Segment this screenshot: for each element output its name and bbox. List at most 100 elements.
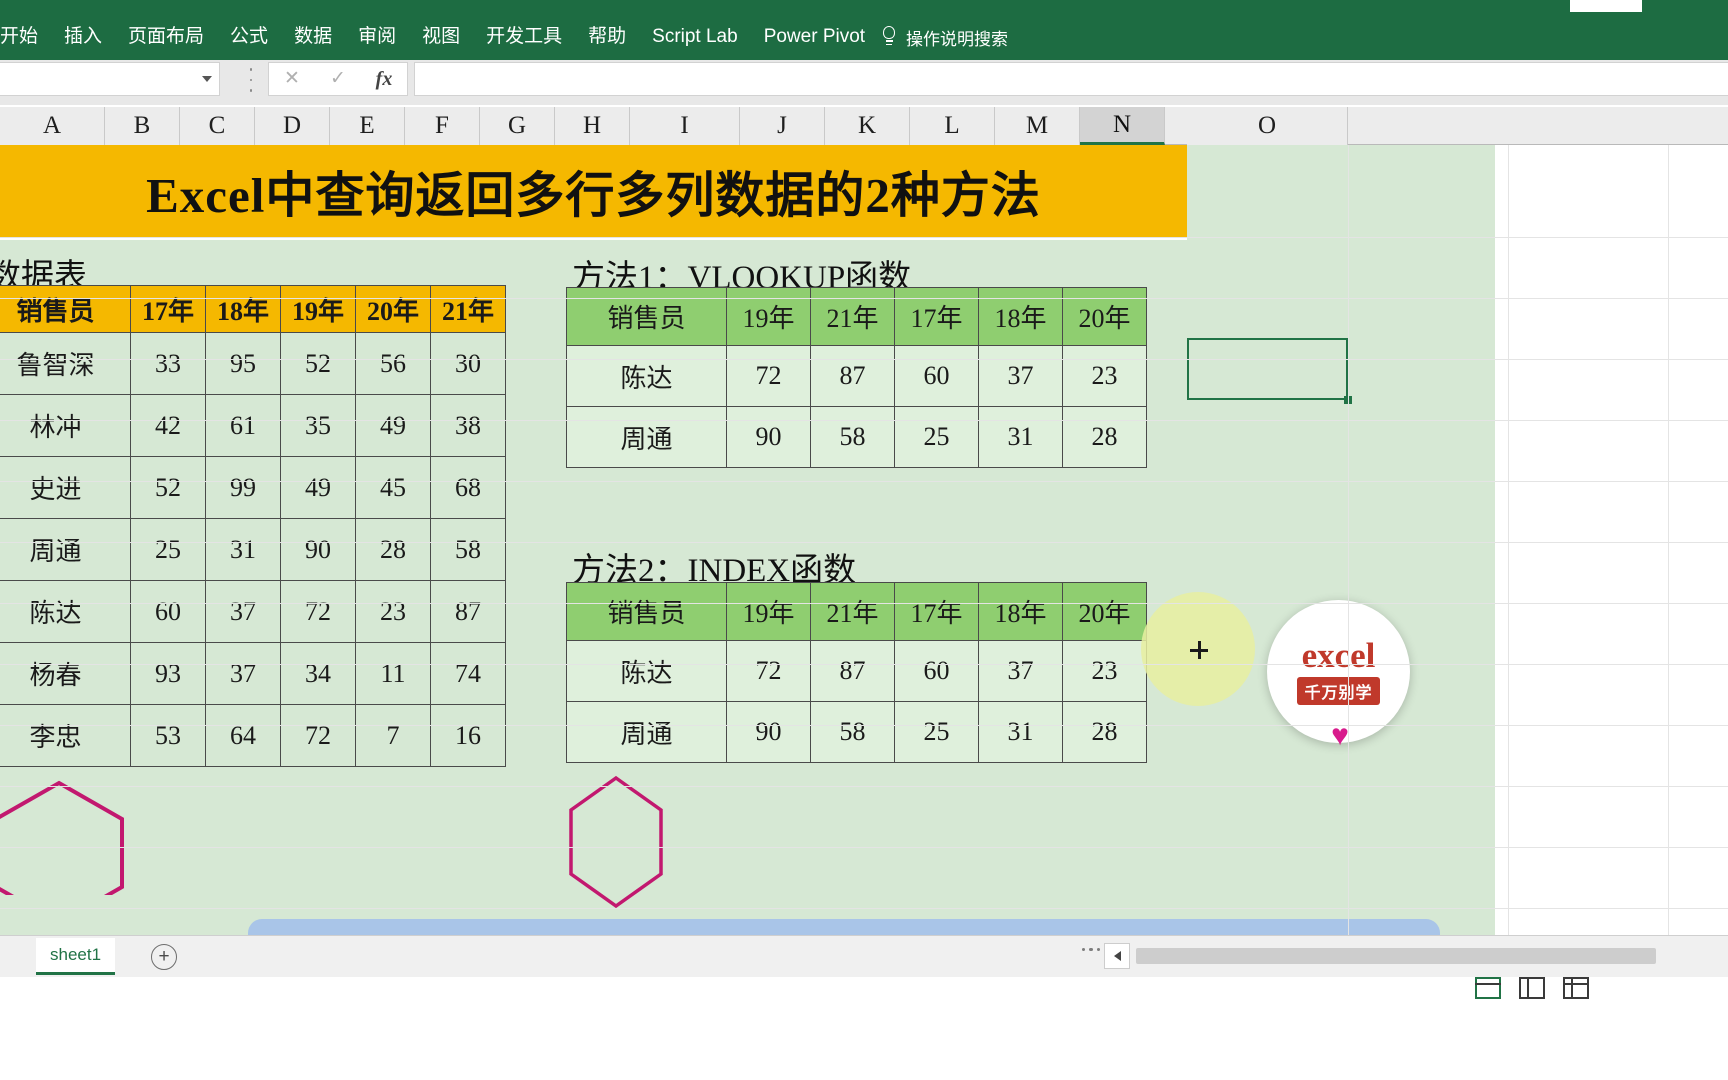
table-cell[interactable]: 90 bbox=[726, 701, 811, 763]
table-cell[interactable]: 林冲 bbox=[0, 394, 131, 457]
column-header-B[interactable]: B bbox=[105, 107, 180, 145]
table-cell[interactable]: 35 bbox=[280, 394, 356, 457]
table-cell[interactable]: 49 bbox=[355, 394, 431, 457]
worksheet-grid[interactable]: Excel中查询返回多行多列数据的2种方法 数据表 方法1：VLOOKUP函数 … bbox=[0, 145, 1728, 935]
table-cell[interactable]: 87 bbox=[810, 345, 895, 407]
scroll-grip-dots[interactable] bbox=[1082, 948, 1100, 953]
ribbon-tab-home[interactable]: 开始 bbox=[0, 14, 51, 60]
table-cell[interactable]: 72 bbox=[726, 345, 811, 407]
column-header-I[interactable]: I bbox=[630, 107, 740, 145]
method2-result-table[interactable]: 销售员 19年 21年 17年 18年 20年 陈达 72 87 60 37 23 周通 90 58 25 31… bbox=[566, 582, 1147, 763]
normal-view-icon[interactable] bbox=[1475, 977, 1501, 999]
table-cell[interactable]: 34 bbox=[280, 642, 356, 705]
chevron-down-icon[interactable] bbox=[195, 63, 219, 95]
table-cell[interactable]: 37 bbox=[978, 345, 1063, 407]
column-header-A[interactable]: A bbox=[0, 107, 105, 145]
table-header-cell[interactable]: 18年 bbox=[978, 582, 1063, 641]
table-cell[interactable]: 72 bbox=[280, 580, 356, 643]
table-cell[interactable]: 87 bbox=[810, 640, 895, 702]
table-header-cell[interactable]: 21年 bbox=[810, 287, 895, 346]
ribbon-tab-power-pivot[interactable]: Power Pivot bbox=[751, 14, 878, 60]
table-cell[interactable]: 56 bbox=[355, 332, 431, 395]
table-cell[interactable]: 64 bbox=[205, 704, 281, 767]
table-cell[interactable]: 37 bbox=[205, 580, 281, 643]
column-header-M[interactable]: M bbox=[995, 107, 1080, 145]
table-cell[interactable]: 11 bbox=[355, 642, 431, 705]
scroll-left-icon[interactable] bbox=[1104, 943, 1130, 969]
table-cell[interactable]: 68 bbox=[430, 456, 506, 519]
table-cell[interactable]: 23 bbox=[1062, 345, 1147, 407]
ribbon-tab-script-lab[interactable]: Script Lab bbox=[639, 14, 751, 60]
table-cell[interactable]: 53 bbox=[130, 704, 206, 767]
column-header-N[interactable]: N bbox=[1080, 107, 1165, 145]
table-header-cell[interactable]: 销售员 bbox=[0, 285, 131, 333]
active-cell-selection[interactable] bbox=[1187, 338, 1348, 400]
table-cell[interactable]: 58 bbox=[430, 518, 506, 581]
column-header-L[interactable]: L bbox=[910, 107, 995, 145]
table-cell[interactable]: 74 bbox=[430, 642, 506, 705]
tell-me-search[interactable]: 操作说明搜索 bbox=[880, 14, 1008, 60]
ribbon-tab-data[interactable]: 数据 bbox=[281, 14, 345, 60]
table-cell[interactable]: 周通 bbox=[566, 406, 727, 468]
formula-bar-grip[interactable] bbox=[246, 68, 256, 92]
table-cell[interactable]: 陈达 bbox=[0, 580, 131, 643]
column-header-E[interactable]: E bbox=[330, 107, 405, 145]
table-cell[interactable]: 58 bbox=[810, 701, 895, 763]
column-header-O[interactable]: O bbox=[1187, 107, 1348, 145]
insert-function-icon[interactable]: fx bbox=[362, 63, 406, 95]
table-cell[interactable]: 72 bbox=[280, 704, 356, 767]
scroll-track[interactable] bbox=[1136, 948, 1722, 964]
ribbon-tab-help[interactable]: 帮助 bbox=[575, 14, 639, 60]
table-cell[interactable]: 31 bbox=[978, 701, 1063, 763]
scroll-thumb[interactable] bbox=[1136, 948, 1656, 964]
page-break-view-icon[interactable] bbox=[1563, 977, 1589, 999]
table-cell[interactable]: 33 bbox=[130, 332, 206, 395]
method1-result-table[interactable]: 销售员 19年 21年 17年 18年 20年 陈达 72 87 60 37 23 周通 90 58 25 31… bbox=[566, 287, 1147, 468]
column-header-F[interactable]: F bbox=[405, 107, 480, 145]
enter-formula-icon[interactable]: ✓ bbox=[316, 63, 360, 95]
ribbon-tab-insert[interactable]: 插入 bbox=[51, 14, 115, 60]
table-cell[interactable]: 90 bbox=[726, 406, 811, 468]
table-header-cell[interactable]: 17年 bbox=[130, 285, 206, 333]
table-cell[interactable]: 58 bbox=[810, 406, 895, 468]
table-cell[interactable]: 周通 bbox=[0, 518, 131, 581]
table-cell[interactable]: 31 bbox=[978, 406, 1063, 468]
table-cell[interactable]: 90 bbox=[280, 518, 356, 581]
table-cell[interactable]: 周通 bbox=[566, 701, 727, 763]
table-header-cell[interactable]: 18年 bbox=[205, 285, 281, 333]
table-header-cell[interactable]: 21年 bbox=[430, 285, 506, 333]
column-header-K[interactable]: K bbox=[825, 107, 910, 145]
ribbon-tab-review[interactable]: 审阅 bbox=[345, 14, 409, 60]
table-header-cell[interactable]: 20年 bbox=[355, 285, 431, 333]
cancel-formula-icon[interactable]: ✕ bbox=[270, 63, 314, 95]
table-header-cell[interactable]: 21年 bbox=[810, 582, 895, 641]
table-cell[interactable]: 87 bbox=[430, 580, 506, 643]
page-layout-view-icon[interactable] bbox=[1519, 977, 1545, 999]
table-cell[interactable]: 49 bbox=[280, 456, 356, 519]
horizontal-scrollbar[interactable] bbox=[1100, 940, 1728, 972]
table-header-cell[interactable]: 20年 bbox=[1062, 582, 1147, 641]
table-cell[interactable]: 陈达 bbox=[566, 640, 727, 702]
table-cell[interactable]: 42 bbox=[130, 394, 206, 457]
table-cell[interactable]: 52 bbox=[130, 456, 206, 519]
sheet-tab-sheet1[interactable]: sheet1 bbox=[36, 938, 116, 975]
source-data-table[interactable]: 销售员 17年 18年 19年 20年 21年 鲁智深 33 95 52 56 30 林冲 42 61 35 4… bbox=[0, 285, 506, 767]
table-cell[interactable]: 23 bbox=[355, 580, 431, 643]
ribbon-tab-formulas[interactable]: 公式 bbox=[217, 14, 281, 60]
table-cell[interactable]: 60 bbox=[894, 345, 979, 407]
column-header-H[interactable]: H bbox=[555, 107, 630, 145]
table-header-cell[interactable]: 19年 bbox=[280, 285, 356, 333]
table-cell[interactable]: 鲁智深 bbox=[0, 332, 131, 395]
table-cell[interactable]: 60 bbox=[894, 640, 979, 702]
name-box[interactable] bbox=[0, 62, 220, 96]
table-cell[interactable]: 陈达 bbox=[566, 345, 727, 407]
table-cell[interactable]: 93 bbox=[130, 642, 206, 705]
table-cell[interactable]: 30 bbox=[430, 332, 506, 395]
table-cell[interactable]: 25 bbox=[894, 406, 979, 468]
table-cell[interactable]: 28 bbox=[1062, 406, 1147, 468]
table-cell[interactable]: 史进 bbox=[0, 456, 131, 519]
table-header-cell[interactable]: 17年 bbox=[894, 287, 979, 346]
table-cell[interactable]: 25 bbox=[894, 701, 979, 763]
table-header-cell[interactable]: 17年 bbox=[894, 582, 979, 641]
table-cell[interactable]: 45 bbox=[355, 456, 431, 519]
